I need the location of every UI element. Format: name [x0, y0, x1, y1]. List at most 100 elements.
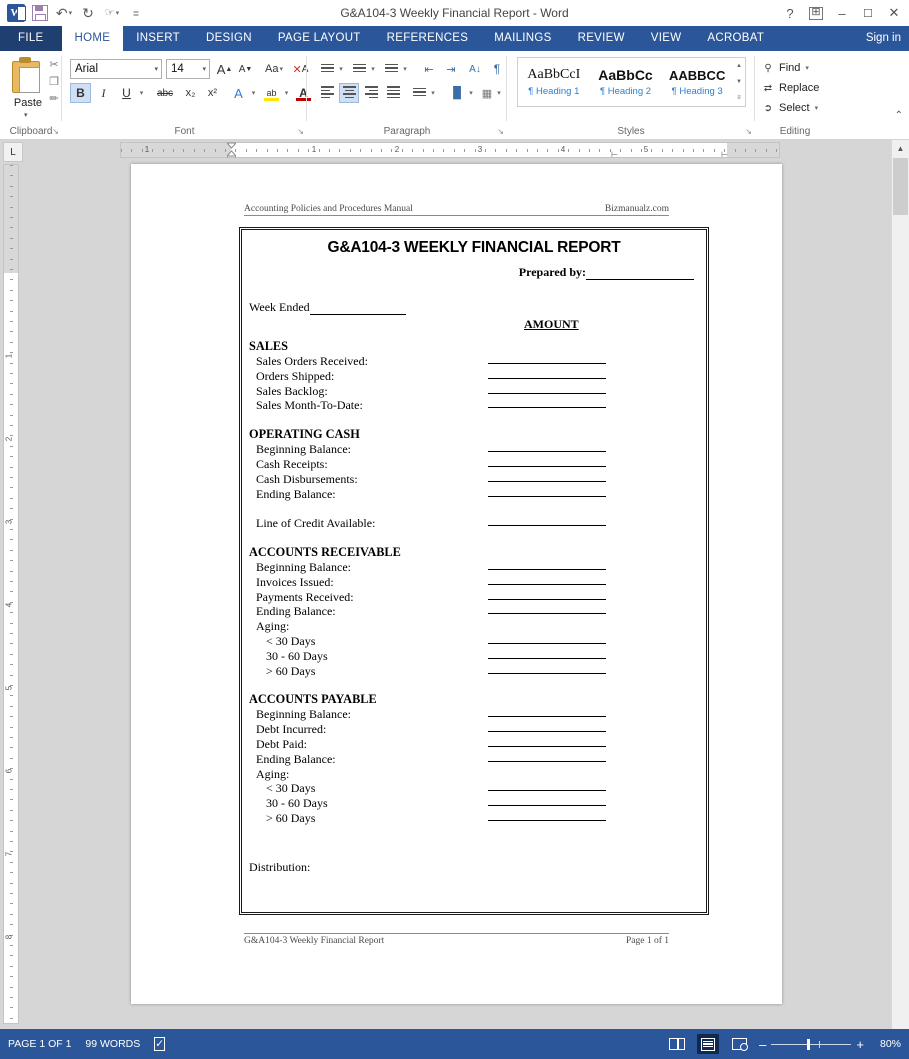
form-row[interactable]: Beginning Balance:: [242, 442, 706, 457]
bullets-dropdown-icon[interactable]: ▾: [335, 59, 346, 79]
scrollbar-thumb[interactable]: [893, 158, 908, 215]
underline-button[interactable]: U: [116, 83, 137, 103]
amount-blank-line[interactable]: [488, 568, 606, 570]
increase-indent-icon[interactable]: ⇥: [441, 59, 461, 79]
form-row[interactable]: Payments Received:: [242, 590, 706, 605]
document-footer[interactable]: G&A104-3 Weekly Financial Report Page 1 …: [244, 933, 669, 946]
document-page[interactable]: Accounting Policies and Procedures Manua…: [131, 164, 782, 1004]
form-row[interactable]: Debt Incurred:: [242, 722, 706, 737]
distribution-field[interactable]: Distribution:: [242, 860, 706, 875]
zoom-out-button[interactable]: –: [759, 1038, 766, 1051]
highlight-icon[interactable]: ab: [261, 83, 282, 103]
amount-blank-line[interactable]: [488, 760, 606, 762]
style-item-3[interactable]: AABBCC ¶ Heading 3: [661, 58, 733, 106]
tab-references[interactable]: REFERENCES: [374, 26, 482, 51]
close-button[interactable]: ✕: [881, 1, 907, 25]
change-case-icon[interactable]: Aa ▾: [260, 59, 288, 79]
form-row[interactable]: Aging:: [242, 767, 706, 782]
collapse-ribbon-icon[interactable]: ⌃: [895, 110, 903, 121]
numbering-icon[interactable]: [349, 59, 369, 79]
amount-blank-line[interactable]: [488, 657, 606, 659]
paragraph-dialog-launcher[interactable]: ↘: [497, 127, 504, 136]
form-row[interactable]: Beginning Balance:: [242, 560, 706, 575]
zoom-slider[interactable]: – +: [759, 1038, 864, 1051]
style-item-1[interactable]: AaBbCcI ¶ Heading 1: [518, 58, 590, 106]
form-row[interactable]: < 30 Days: [242, 634, 706, 649]
amount-blank-line[interactable]: [488, 642, 606, 644]
form-row[interactable]: 30 - 60 Days: [242, 796, 706, 811]
vertical-ruler[interactable]: 12345678: [3, 164, 19, 1024]
multilevel-list-icon[interactable]: [381, 59, 401, 79]
styles-scroll-up-icon[interactable]: ▲: [733, 58, 745, 74]
form-row[interactable]: Cash Receipts:: [242, 457, 706, 472]
tab-stop-marker[interactable]: ⊢: [721, 150, 728, 159]
scroll-up-button[interactable]: ▲: [892, 140, 909, 157]
ribbon-display-options-icon[interactable]: ⊞: [803, 1, 829, 25]
amount-blank-line[interactable]: [488, 495, 606, 497]
form-row[interactable]: > 60 Days: [242, 811, 706, 826]
tab-home[interactable]: HOME: [61, 26, 124, 51]
print-layout-icon[interactable]: [697, 1034, 720, 1054]
form-row[interactable]: Ending Balance:: [242, 487, 706, 502]
horizontal-ruler[interactable]: 112345 ⊢ ⊢: [120, 142, 780, 159]
form-row[interactable]: < 30 Days: [242, 781, 706, 796]
tab-page-layout[interactable]: PAGE LAYOUT: [265, 26, 374, 51]
zoom-knob[interactable]: [807, 1038, 811, 1050]
superscript-button[interactable]: x²: [202, 83, 223, 103]
form-border-box[interactable]: G&A104-3 WEEKLY FINANCIAL REPORT Prepare…: [239, 227, 709, 915]
tab-design[interactable]: DESIGN: [193, 26, 265, 51]
sort-icon[interactable]: A↓: [465, 59, 485, 79]
amount-blank-line[interactable]: [488, 583, 606, 585]
zoom-level[interactable]: 80%: [873, 1038, 901, 1050]
style-item-2[interactable]: AaBbCc ¶ Heading 2: [590, 58, 662, 106]
text-effects-dropdown-icon[interactable]: ▾: [247, 83, 259, 103]
form-row[interactable]: > 60 Days: [242, 664, 706, 679]
styles-dialog-launcher[interactable]: ↘: [745, 127, 752, 136]
font-name-input[interactable]: Arial ▾: [70, 59, 162, 79]
amount-blank-line[interactable]: [488, 392, 606, 394]
align-center-button[interactable]: [339, 83, 359, 103]
form-row[interactable]: Cash Disbursements:: [242, 472, 706, 487]
shading-icon[interactable]: █: [447, 83, 467, 103]
spacer-row[interactable]: [242, 501, 706, 516]
line-spacing-dropdown-icon[interactable]: ▾: [427, 83, 438, 103]
font-dialog-launcher[interactable]: ↘: [297, 127, 304, 136]
align-left-button[interactable]: [317, 83, 337, 103]
strikethrough-button[interactable]: abc: [152, 83, 178, 103]
amount-blank-line[interactable]: [488, 525, 606, 527]
form-row[interactable]: Invoices Issued:: [242, 575, 706, 590]
week-ended-blank[interactable]: [309, 300, 406, 315]
restore-button[interactable]: ☐: [855, 1, 881, 25]
word-count[interactable]: 99 WORDS: [85, 1038, 140, 1050]
find-dropdown-icon[interactable]: ▾: [805, 64, 809, 72]
amount-blank-line[interactable]: [488, 672, 606, 674]
zoom-track[interactable]: [771, 1038, 852, 1050]
page-indicator[interactable]: PAGE 1 OF 1: [8, 1038, 71, 1050]
zoom-in-button[interactable]: +: [856, 1038, 864, 1051]
amount-blank-line[interactable]: [488, 598, 606, 600]
tab-stop-selector-icon[interactable]: L: [3, 142, 23, 162]
show-formatting-marks-icon[interactable]: ¶: [487, 59, 507, 79]
help-icon[interactable]: ?: [777, 1, 803, 25]
amount-blank-line[interactable]: [488, 819, 606, 821]
form-row[interactable]: Ending Balance:: [242, 604, 706, 619]
clipboard-dialog-launcher[interactable]: ↘: [52, 127, 59, 136]
grow-font-icon[interactable]: A ▲: [214, 59, 235, 79]
form-row[interactable]: Orders Shipped:: [242, 369, 706, 384]
paste-dropdown-icon[interactable]: ▾: [24, 111, 28, 119]
borders-dropdown-icon[interactable]: ▾: [493, 83, 504, 103]
amount-blank-line[interactable]: [488, 745, 606, 747]
align-right-button[interactable]: [361, 83, 381, 103]
amount-blank-line[interactable]: [488, 451, 606, 453]
amount-blank-line[interactable]: [488, 363, 606, 364]
prepared-by-field[interactable]: Prepared by:: [242, 265, 706, 280]
font-size-input[interactable]: 14 ▾: [166, 59, 210, 79]
form-row[interactable]: Debt Paid:: [242, 737, 706, 752]
amount-blank-line[interactable]: [488, 731, 606, 733]
bold-button[interactable]: B: [70, 83, 91, 103]
prepared-by-blank[interactable]: [586, 265, 694, 280]
tab-mailings[interactable]: MAILINGS: [481, 26, 564, 51]
find-button[interactable]: ⚲ Find ▾: [761, 59, 809, 77]
select-dropdown-icon[interactable]: ▾: [815, 104, 819, 112]
tab-view[interactable]: VIEW: [638, 26, 695, 51]
